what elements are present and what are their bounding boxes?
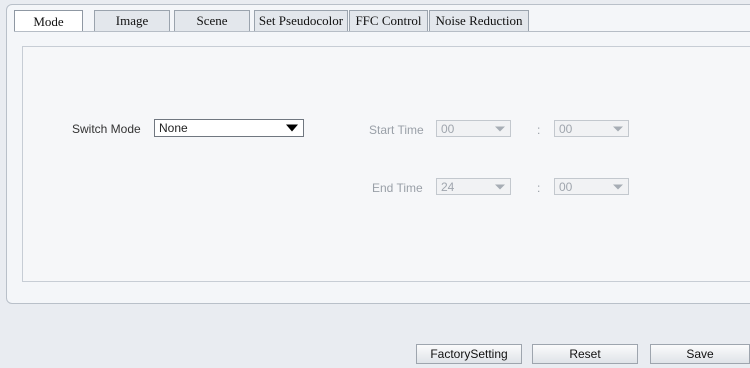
start-minute-value: 00 xyxy=(559,121,573,136)
start-minute-select[interactable]: 00 xyxy=(554,120,629,137)
end-time-label: End Time xyxy=(372,181,423,195)
end-hour-value: 24 xyxy=(441,179,455,194)
switch-mode-value: None xyxy=(159,121,188,135)
time-separator: : xyxy=(537,181,541,195)
factory-setting-button[interactable]: FactorySetting xyxy=(416,344,522,364)
time-separator: : xyxy=(537,123,541,137)
chevron-down-icon xyxy=(613,126,623,131)
end-minute-value: 00 xyxy=(559,179,573,194)
chevron-down-icon xyxy=(613,184,623,189)
switch-mode-select[interactable]: None xyxy=(154,119,304,137)
chevron-down-icon xyxy=(286,124,298,132)
end-hour-select[interactable]: 24 xyxy=(436,178,511,195)
tab-ffc-control[interactable]: FFC Control xyxy=(349,10,428,31)
tab-image[interactable]: Image xyxy=(94,10,170,31)
save-button[interactable]: Save xyxy=(650,344,750,364)
mode-settings-box xyxy=(22,46,750,282)
chevron-down-icon xyxy=(495,184,505,189)
tab-divider xyxy=(14,31,750,32)
switch-mode-label: Switch Mode xyxy=(72,122,141,136)
tab-scene[interactable]: Scene xyxy=(174,10,250,31)
chevron-down-icon xyxy=(495,126,505,131)
start-time-label: Start Time xyxy=(369,123,424,137)
reset-button[interactable]: Reset xyxy=(532,344,638,364)
tab-noise-reduction[interactable]: Noise Reduction xyxy=(429,10,529,31)
start-hour-select[interactable]: 00 xyxy=(436,120,511,137)
tab-set-pseudocolor[interactable]: Set Pseudocolor xyxy=(254,10,348,31)
start-hour-value: 00 xyxy=(441,121,455,136)
tab-mode[interactable]: Mode xyxy=(14,10,83,32)
end-minute-select[interactable]: 00 xyxy=(554,178,629,195)
